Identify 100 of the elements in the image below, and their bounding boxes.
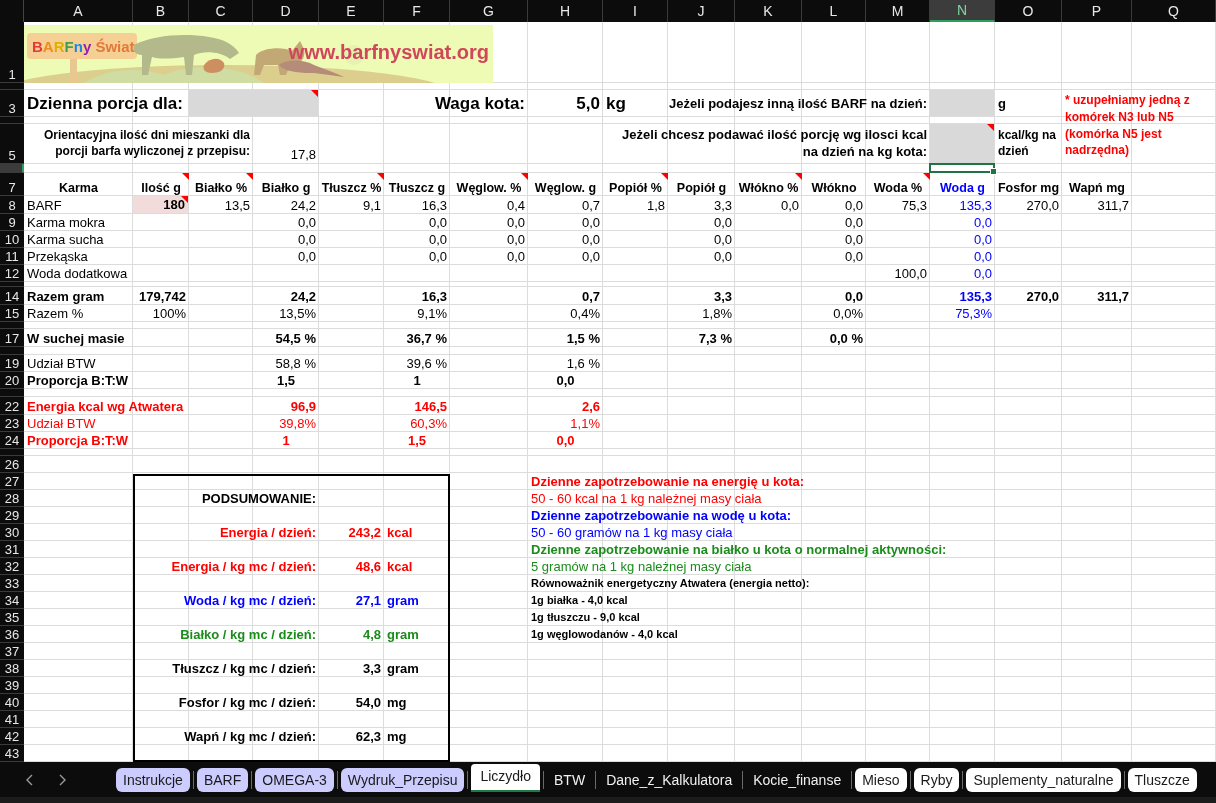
- column-header[interactable]: N: [930, 0, 995, 22]
- unit-label: gram: [386, 626, 420, 643]
- row-header[interactable]: 10: [0, 231, 24, 248]
- sheet-tab[interactable]: Liczydło: [471, 763, 541, 792]
- comment-indicator-icon: [246, 173, 253, 180]
- column-header[interactable]: K: [735, 0, 802, 22]
- column-header[interactable]: B: [133, 0, 189, 22]
- column-header[interactable]: L: [802, 0, 866, 22]
- input-field[interactable]: 180: [133, 196, 188, 213]
- row-header[interactable]: 9: [0, 214, 24, 231]
- chevron-left-icon[interactable]: [26, 773, 34, 786]
- unit-label: gram: [386, 592, 420, 609]
- row-header[interactable]: 34: [0, 592, 24, 609]
- row-header[interactable]: 35: [0, 609, 24, 626]
- column-header[interactable]: D: [253, 0, 319, 22]
- row-header[interactable]: 39: [0, 677, 24, 694]
- column-header[interactable]: O: [995, 0, 1062, 22]
- column-header[interactable]: F: [384, 0, 450, 22]
- sheet-tab[interactable]: Ryby: [913, 767, 960, 792]
- table-cell-text: 0,0%: [832, 305, 864, 322]
- unit-label: kcal/kg na dzień: [997, 127, 1058, 160]
- table-cell-text: 0,0: [296, 214, 317, 231]
- table-cell-text: 39,8%: [278, 415, 317, 432]
- row-header[interactable]: [0, 282, 24, 287]
- row-header[interactable]: [0, 389, 24, 397]
- table-cell-text: 0,0: [779, 196, 800, 214]
- row-header[interactable]: 19: [0, 355, 24, 372]
- input-field[interactable]: [189, 90, 318, 116]
- table-cell-text: 0,7: [580, 196, 601, 214]
- info-text: Dzienne zapotrzebowanie na energię u kota:: [530, 473, 806, 490]
- table-cell-text: 75,3: [900, 196, 928, 214]
- row-header[interactable]: 30: [0, 524, 24, 541]
- row-header[interactable]: 37: [0, 643, 24, 660]
- row-header[interactable]: 1: [0, 22, 24, 83]
- column-header[interactable]: I: [603, 0, 668, 22]
- sheet-tab[interactable]: BARF: [196, 767, 249, 792]
- row-header[interactable]: [0, 449, 24, 456]
- comment-indicator-icon: [987, 124, 994, 131]
- row-header[interactable]: 5: [0, 124, 24, 164]
- table-cell-text: 75,3%: [954, 305, 993, 322]
- column-heading: Włókno %: [735, 173, 802, 196]
- column-header[interactable]: G: [450, 0, 528, 22]
- column-header[interactable]: P: [1062, 0, 1132, 22]
- note-text: * uzupełniamy jedną z komórek N3 lub N5 (komórka N5 jest nadrzędna): [1064, 92, 1191, 160]
- chevron-right-icon[interactable]: [58, 773, 66, 786]
- row-header[interactable]: 11: [0, 248, 24, 265]
- row-header[interactable]: 15: [0, 305, 24, 322]
- table-cell-text: 0,0: [843, 196, 864, 214]
- column-header[interactable]: A: [24, 0, 133, 22]
- row-header[interactable]: 7: [0, 173, 24, 196]
- row-header[interactable]: 28: [0, 490, 24, 507]
- input-field[interactable]: [930, 90, 994, 116]
- column-header[interactable]: J: [668, 0, 735, 22]
- column-header[interactable]: M: [866, 0, 930, 22]
- row-header[interactable]: 22: [0, 397, 24, 415]
- input-field[interactable]: [930, 124, 994, 163]
- row-header[interactable]: 8: [0, 196, 24, 214]
- row-header[interactable]: 14: [0, 287, 24, 305]
- row-header[interactable]: 31: [0, 541, 24, 558]
- column-header[interactable]: Q: [1132, 0, 1216, 22]
- unit-label: kcal: [386, 524, 414, 541]
- row-header[interactable]: 42: [0, 728, 24, 745]
- row-header[interactable]: 32: [0, 558, 24, 575]
- table-cell-text: 1: [281, 432, 291, 449]
- column-header[interactable]: C: [189, 0, 253, 22]
- row-header[interactable]: [0, 117, 24, 124]
- column-header[interactable]: H: [528, 0, 603, 22]
- sheet-tab[interactable]: Mieso: [855, 767, 907, 792]
- row-header[interactable]: 27: [0, 473, 24, 490]
- row-header[interactable]: 41: [0, 711, 24, 728]
- sheet-tab[interactable]: Instrukcje: [116, 767, 190, 792]
- row-header[interactable]: 17: [0, 329, 24, 347]
- row-header[interactable]: 3: [0, 90, 24, 117]
- row-header[interactable]: 24: [0, 432, 24, 449]
- row-header[interactable]: [0, 347, 24, 355]
- select-all-corner[interactable]: [0, 0, 24, 22]
- row-header[interactable]: 43: [0, 745, 24, 762]
- sheet-tab[interactable]: Tluszcze: [1127, 767, 1197, 792]
- summary-value: 4,8: [361, 626, 382, 643]
- sheet-tab[interactable]: BTW: [547, 767, 593, 792]
- column-header[interactable]: E: [319, 0, 384, 22]
- row-header[interactable]: 29: [0, 507, 24, 524]
- row-header[interactable]: 20: [0, 372, 24, 389]
- sheet-tab[interactable]: Dane_z_Kalkulatora: [599, 767, 740, 792]
- row-header[interactable]: [0, 164, 24, 173]
- sheet-tab[interactable]: Suplementy_naturalne: [966, 767, 1121, 792]
- row-header[interactable]: 12: [0, 265, 24, 282]
- sheet-tab[interactable]: Kocie_finanse: [746, 767, 849, 792]
- sheet-tab[interactable]: Wydruk_Przepisu: [340, 767, 465, 792]
- row-header[interactable]: 36: [0, 626, 24, 643]
- row-header[interactable]: 40: [0, 694, 24, 711]
- table-cell-text: 0,0: [712, 248, 733, 265]
- row-header[interactable]: 38: [0, 660, 24, 677]
- sheet-tab[interactable]: OMEGA-3: [255, 767, 334, 792]
- row-header[interactable]: 26: [0, 456, 24, 473]
- row-header[interactable]: 23: [0, 415, 24, 432]
- table-cell-text: 36,7 %: [405, 329, 448, 347]
- row-header[interactable]: [0, 83, 24, 90]
- row-header[interactable]: [0, 322, 24, 329]
- row-header[interactable]: 33: [0, 575, 24, 592]
